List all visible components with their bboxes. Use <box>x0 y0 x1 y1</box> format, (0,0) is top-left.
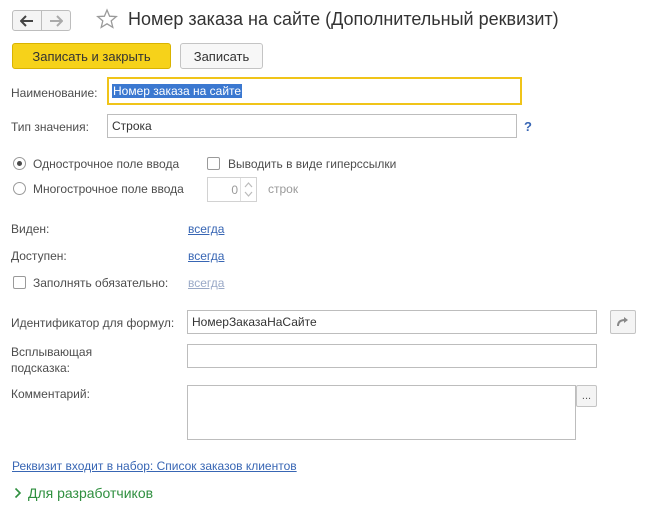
type-help-button[interactable]: ? <box>524 119 532 134</box>
name-label: Наименование: <box>11 86 98 100</box>
attribute-set-link[interactable]: Реквизит входит в набор: Список заказов … <box>12 459 297 473</box>
tooltip-label-line1: Всплывающая <box>11 345 93 359</box>
required-link[interactable]: всегда <box>188 276 224 290</box>
available-link[interactable]: всегда <box>188 249 224 263</box>
save-and-close-button[interactable]: Записать и закрыть <box>12 43 171 69</box>
single-line-label: Однострочное поле ввода <box>33 157 180 171</box>
tooltip-input[interactable] <box>187 344 597 368</box>
developers-section-toggle[interactable]: Для разработчиков <box>14 485 153 501</box>
hyperlink-checkbox[interactable] <box>207 157 220 170</box>
multi-line-label: Многострочное поле ввода <box>33 182 184 196</box>
curved-arrow-icon <box>617 317 628 327</box>
comment-label: Комментарий: <box>11 387 90 401</box>
generate-id-button[interactable] <box>610 310 636 334</box>
favorite-button[interactable] <box>96 8 118 33</box>
star-icon <box>96 8 118 29</box>
available-label: Доступен: <box>11 249 67 263</box>
formula-id-input[interactable]: НомерЗаказаНаСайте <box>187 310 597 334</box>
formula-id-value: НомерЗаказаНаСайте <box>192 315 317 329</box>
hyperlink-label: Выводить в виде гиперссылки <box>228 157 397 171</box>
page-title: Номер заказа на сайте (Дополнительный ре… <box>128 9 559 29</box>
required-checkbox[interactable] <box>13 276 26 289</box>
comment-textarea[interactable] <box>187 385 576 440</box>
developers-label: Для разработчиков <box>28 485 154 501</box>
ellipsis-icon: ... <box>581 390 592 402</box>
name-input[interactable]: Номер заказа на сайте <box>107 77 522 105</box>
formula-id-label: Идентификатор для формул: <box>11 316 175 330</box>
tooltip-label-line2: подсказка: <box>11 361 70 375</box>
chevron-right-icon <box>14 487 22 499</box>
type-input[interactable]: Строка <box>107 114 517 138</box>
stepper-arrows[interactable] <box>240 178 256 201</box>
lines-value: 0 <box>231 183 238 197</box>
type-value: Строка <box>112 119 152 133</box>
stepper-arrows-icon <box>244 182 253 197</box>
arrow-left-icon <box>20 14 33 27</box>
arrow-right-icon <box>50 14 63 27</box>
type-label: Тип значения: <box>11 120 89 134</box>
visible-label: Виден: <box>11 222 50 236</box>
lines-stepper[interactable]: 0 <box>207 177 257 202</box>
comment-select-button[interactable]: ... <box>576 385 597 407</box>
back-button[interactable] <box>12 10 42 31</box>
forward-button[interactable] <box>41 10 71 31</box>
visible-link[interactable]: всегда <box>188 222 224 236</box>
save-button[interactable]: Записать <box>180 43 263 69</box>
name-value: Номер заказа на сайте <box>112 84 243 98</box>
lines-unit: строк <box>268 182 299 196</box>
multi-line-radio[interactable] <box>13 182 26 195</box>
required-label: Заполнять обязательно: <box>33 276 169 290</box>
single-line-radio[interactable] <box>13 157 26 170</box>
